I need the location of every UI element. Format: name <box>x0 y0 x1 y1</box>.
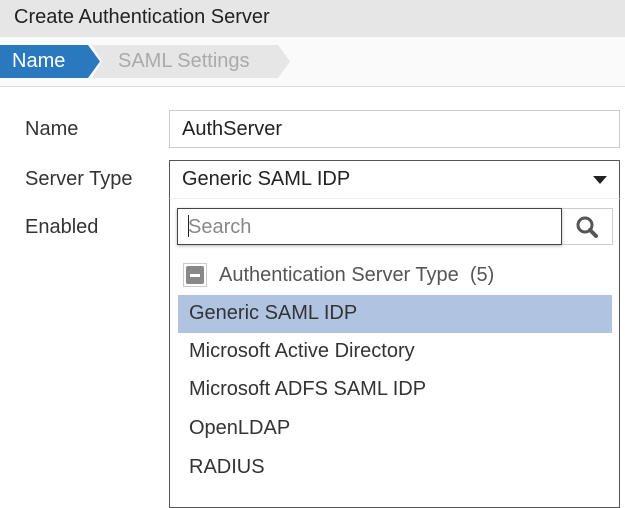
name-label: Name <box>25 118 79 140</box>
option-radius[interactable]: RADIUS <box>178 449 612 487</box>
server-type-value: Generic SAML IDP <box>182 168 351 190</box>
server-type-label: Server Type <box>25 168 133 190</box>
option-generic-saml-idp[interactable]: Generic SAML IDP <box>178 295 612 333</box>
search-input[interactable]: Search <box>177 208 562 245</box>
option-openldap[interactable]: OpenLDAP <box>178 410 612 448</box>
search-button[interactable] <box>562 208 613 245</box>
enabled-label: Enabled <box>25 216 99 238</box>
group-label: Authentication Server Type (5) <box>219 263 495 286</box>
step-name[interactable]: Name <box>0 45 100 78</box>
search-icon <box>576 216 598 238</box>
chevron-down-icon[interactable] <box>593 176 607 184</box>
wizard-steps: Name SAML Settings <box>0 37 625 87</box>
step-saml-settings[interactable]: SAML Settings <box>92 45 290 78</box>
option-microsoft-adfs-saml-idp[interactable]: Microsoft ADFS SAML IDP <box>178 371 612 409</box>
server-type-select[interactable]: Generic SAML IDP <box>169 160 620 198</box>
group-header[interactable]: Authentication Server Type (5) <box>183 263 494 287</box>
server-type-dropdown: Search Authentication Server Type (5) Ge… <box>169 198 620 508</box>
name-input[interactable]: AuthServer <box>169 110 620 148</box>
search-placeholder: Search <box>188 216 252 238</box>
option-microsoft-active-directory[interactable]: Microsoft Active Directory <box>178 333 612 371</box>
collapse-icon[interactable] <box>183 263 207 287</box>
dialog-title: Create Authentication Server <box>0 0 625 37</box>
